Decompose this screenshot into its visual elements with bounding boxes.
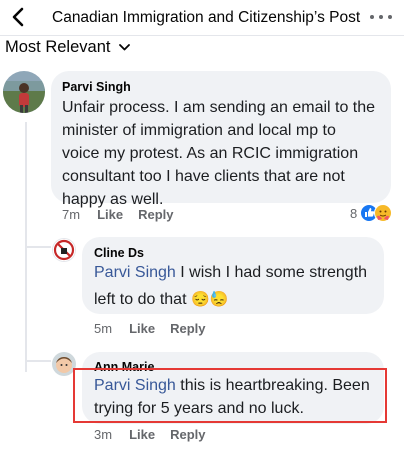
mention-link[interactable]: Parvi Singh [94, 377, 176, 394]
top-bar: Canadian Immigration and Citizenship’s P… [0, 0, 404, 36]
like-button[interactable]: Like [129, 321, 155, 336]
more-options-button[interactable] [370, 10, 392, 24]
comment-text-line: Parvi Singh I wish I had some strength [94, 261, 384, 284]
more-dot-icon [370, 15, 374, 19]
back-button[interactable] [6, 5, 30, 29]
comment-timestamp[interactable]: 7m [62, 207, 80, 222]
reply-button[interactable]: Reply [170, 321, 205, 336]
comment-text-segment: left to do that [94, 291, 187, 308]
more-dot-icon [388, 15, 392, 19]
avatar-photo-icon [3, 71, 45, 113]
reply-button[interactable]: Reply [138, 207, 173, 222]
reaction-summary[interactable]: 8 [350, 204, 393, 222]
comment-text-line: Unfair process. I am sending an email to… [62, 99, 376, 116]
like-button[interactable]: Like [97, 207, 123, 222]
more-dot-icon [379, 15, 383, 19]
like-button[interactable]: Like [129, 427, 155, 442]
comment-actions: 5m Like Reply [94, 321, 205, 336]
comment-author[interactable]: Cline Ds [94, 246, 144, 260]
comment-text-segment: I wish I had some strength [175, 264, 368, 281]
chevron-down-icon [119, 44, 131, 51]
avatar-photo-icon [53, 239, 75, 261]
comment-text-line: Parvi Singh this is heartbreaking. Been [94, 374, 384, 397]
reaction-count: 8 [350, 205, 358, 221]
avatar[interactable] [52, 352, 76, 376]
comment-text-line: trying for 5 years and no luck. [94, 400, 304, 417]
comment-text-line: voice my protest. As an RCIC immigration [62, 145, 359, 162]
care-icon [374, 204, 393, 222]
sort-dropdown[interactable]: Most Relevant [5, 38, 131, 57]
thread-line [25, 246, 51, 248]
reply-button[interactable]: Reply [170, 427, 205, 442]
comment-text-line: consultant too I have clients that are n… [62, 168, 345, 185]
avatar[interactable] [3, 71, 45, 113]
comment-author[interactable]: Ann Marie [94, 360, 154, 374]
chevron-left-icon [12, 7, 24, 27]
avatar[interactable] [52, 238, 76, 262]
comment-text-line: minister of immigration and local mp to [62, 122, 336, 139]
comment-timestamp[interactable]: 5m [94, 321, 112, 336]
comment-text: Parvi Singh I wish I had some strength l… [94, 261, 384, 311]
emoji-icon: 😔😓 [190, 291, 229, 308]
page-title: Canadian Immigration and Citizenship’s P… [52, 9, 361, 26]
thread-line [25, 360, 51, 362]
comment-timestamp[interactable]: 3m [94, 427, 112, 442]
comment-actions: 7m Like Reply [62, 207, 173, 222]
mention-link[interactable]: Parvi Singh [94, 264, 176, 281]
sort-label: Most Relevant [5, 38, 111, 56]
comment-actions: 3m Like Reply [94, 427, 205, 442]
comment-text: Parvi Singh this is heartbreaking. Been … [94, 374, 384, 420]
avatar-photo-icon [52, 352, 76, 376]
comment-text-line: left to do that 😔😓 [94, 288, 384, 311]
comment-text: Unfair process. I am sending an email to… [62, 96, 387, 211]
comment-text-segment: this is heartbreaking. Been [175, 377, 370, 394]
comment-author[interactable]: Parvi Singh [62, 80, 131, 94]
